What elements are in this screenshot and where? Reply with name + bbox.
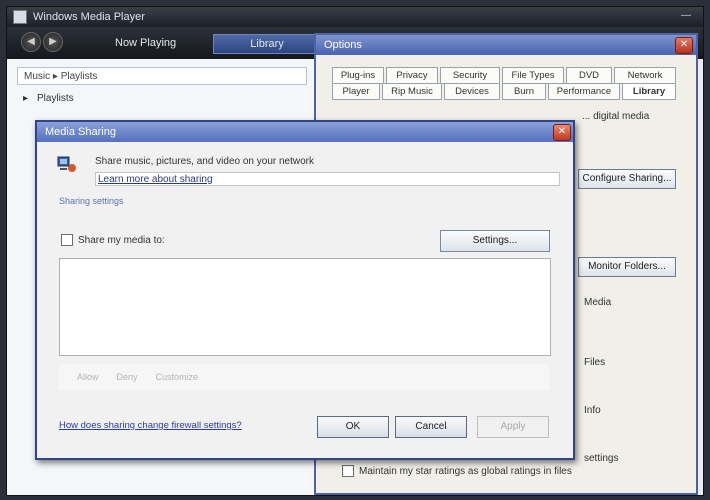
share-my-media-checkbox[interactable]: Share my media to: — [61, 234, 165, 246]
options-titlebar: Options ✕ — [316, 35, 696, 55]
tab-now-playing[interactable]: Now Playing — [105, 34, 186, 52]
cancel-button[interactable]: Cancel — [395, 416, 467, 438]
share-my-media-label: Share my media to: — [78, 234, 165, 246]
tab-burn[interactable]: Burn — [502, 83, 546, 100]
wmp-title: Windows Media Player — [33, 11, 145, 23]
media-sharing-body: Share music, pictures, and video on your… — [37, 142, 573, 458]
library-row-label: Playlists — [37, 93, 74, 104]
deny-action[interactable]: Deny — [117, 372, 138, 382]
media-sharing-titlebar: Media Sharing ✕ — [37, 122, 573, 142]
tab-security[interactable]: Security — [440, 67, 500, 84]
tab-rip-music[interactable]: Rip Music — [382, 83, 442, 100]
customize-action[interactable]: Customize — [156, 372, 199, 382]
media-sharing-icon — [57, 156, 76, 172]
tab-devices[interactable]: Devices — [444, 83, 500, 100]
tab-file-types[interactable]: File Types — [502, 67, 564, 84]
checkbox-box[interactable] — [61, 234, 73, 246]
checkbox-box[interactable] — [342, 465, 354, 477]
options-label-info: Info — [584, 405, 601, 416]
sharing-settings-label: Sharing settings — [59, 196, 124, 206]
options-label-media: Media — [584, 297, 612, 308]
apply-button[interactable]: Apply — [477, 416, 549, 438]
tab-privacy[interactable]: Privacy — [386, 67, 438, 84]
wmp-titlebar: Windows Media Player — — [7, 7, 703, 27]
library-row[interactable]: ▸ Playlists — [17, 93, 307, 109]
forward-icon[interactable]: ▶ — [43, 32, 63, 52]
tab-library-options[interactable]: Library — [622, 83, 676, 100]
options-close-icon[interactable]: ✕ — [675, 37, 693, 54]
library-breadcrumb[interactable]: Music ▸ Playlists — [17, 67, 307, 85]
star-ratings-checkbox[interactable]: Maintain my star ratings as global ratin… — [342, 465, 572, 477]
media-sharing-title: Media Sharing — [45, 126, 116, 138]
minimize-icon[interactable]: — — [679, 10, 693, 22]
device-list[interactable] — [59, 258, 551, 356]
firewall-help-link[interactable]: How does sharing change firewall setting… — [59, 420, 242, 431]
tab-library[interactable]: Library — [213, 34, 321, 54]
tab-player[interactable]: Player — [332, 83, 380, 100]
tab-performance[interactable]: Performance — [548, 83, 620, 100]
monitor-folders-button[interactable]: Monitor Folders... — [578, 257, 676, 277]
tab-network[interactable]: Network — [614, 67, 676, 84]
settings-button[interactable]: Settings... — [440, 230, 550, 252]
options-title: Options — [324, 39, 362, 51]
configure-sharing-button[interactable]: Configure Sharing... — [578, 169, 676, 189]
ok-button[interactable]: OK — [317, 416, 389, 438]
media-sharing-close-icon[interactable]: ✕ — [553, 124, 571, 141]
options-line: ... digital media — [582, 111, 650, 122]
wmp-app-icon — [13, 10, 27, 24]
star-ratings-label: Maintain my star ratings as global ratin… — [359, 465, 572, 477]
options-footer-line: settings — [584, 453, 619, 464]
allow-action[interactable]: Allow — [77, 372, 99, 382]
media-sharing-heading: Share music, pictures, and video on your… — [95, 156, 314, 167]
media-sharing-dialog: Media Sharing ✕ Share music, pictures, a… — [35, 120, 575, 460]
options-label-files: Files — [584, 357, 606, 368]
learn-more-link[interactable]: Learn more about sharing — [95, 172, 560, 186]
device-actions-row: Allow Deny Customize — [59, 364, 549, 390]
tab-dvd[interactable]: DVD — [566, 67, 612, 84]
back-icon[interactable]: ◀ — [21, 32, 41, 52]
chevron-right-icon: ▸ — [23, 93, 29, 104]
tab-plugins[interactable]: Plug-ins — [332, 67, 384, 84]
